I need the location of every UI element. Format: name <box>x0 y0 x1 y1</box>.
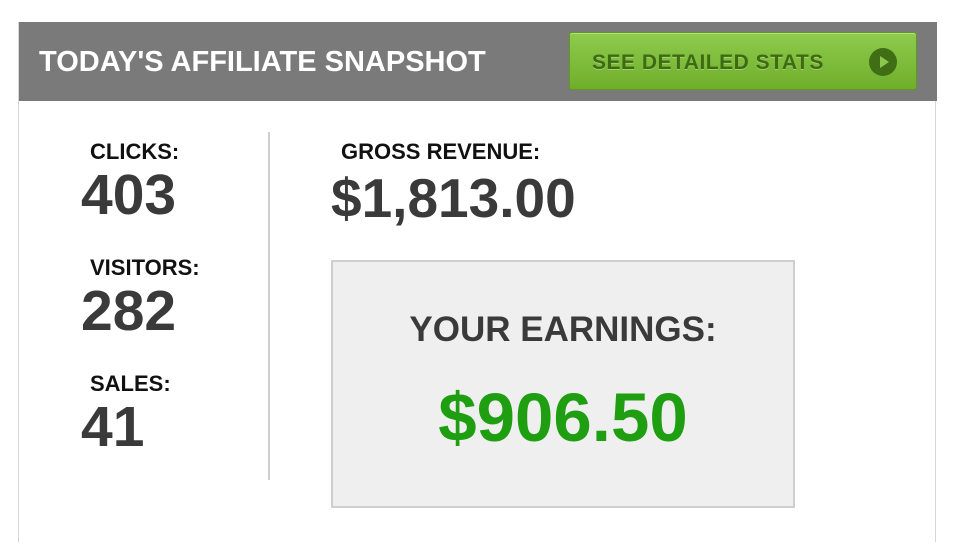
widget-title: TODAY'S AFFILIATE SNAPSHOT <box>39 46 486 78</box>
see-detailed-stats-label: SEE DETAILED STATS <box>592 51 824 74</box>
column-divider <box>268 132 270 480</box>
clicks-value: 403 <box>81 163 177 227</box>
visitors-value: 282 <box>81 279 177 343</box>
your-earnings-label: YOUR EARNINGS: <box>409 310 717 349</box>
earnings-panel: YOUR EARNINGS: $906.50 <box>331 260 795 508</box>
visitors-label: VISITORS: <box>90 255 200 280</box>
gross-revenue-value: $1,813.00 <box>331 167 576 229</box>
clicks-label: CLICKS: <box>90 139 180 164</box>
traffic-stats-column: CLICKS: 403 VISITORS: 282 SALES: 41 <box>19 101 269 542</box>
see-detailed-stats-button[interactable]: SEE DETAILED STATS <box>569 32 917 90</box>
widget-header: TODAY'S AFFILIATE SNAPSHOT SEE DETAILED … <box>19 22 937 101</box>
your-earnings-value: $906.50 <box>438 379 688 456</box>
affiliate-snapshot-widget: TODAY'S AFFILIATE SNAPSHOT SEE DETAILED … <box>18 22 937 542</box>
gross-revenue-label: GROSS REVENUE: <box>341 139 541 164</box>
sales-label: SALES: <box>90 371 171 396</box>
play-circle-icon <box>869 48 897 76</box>
sales-value: 41 <box>81 395 145 459</box>
